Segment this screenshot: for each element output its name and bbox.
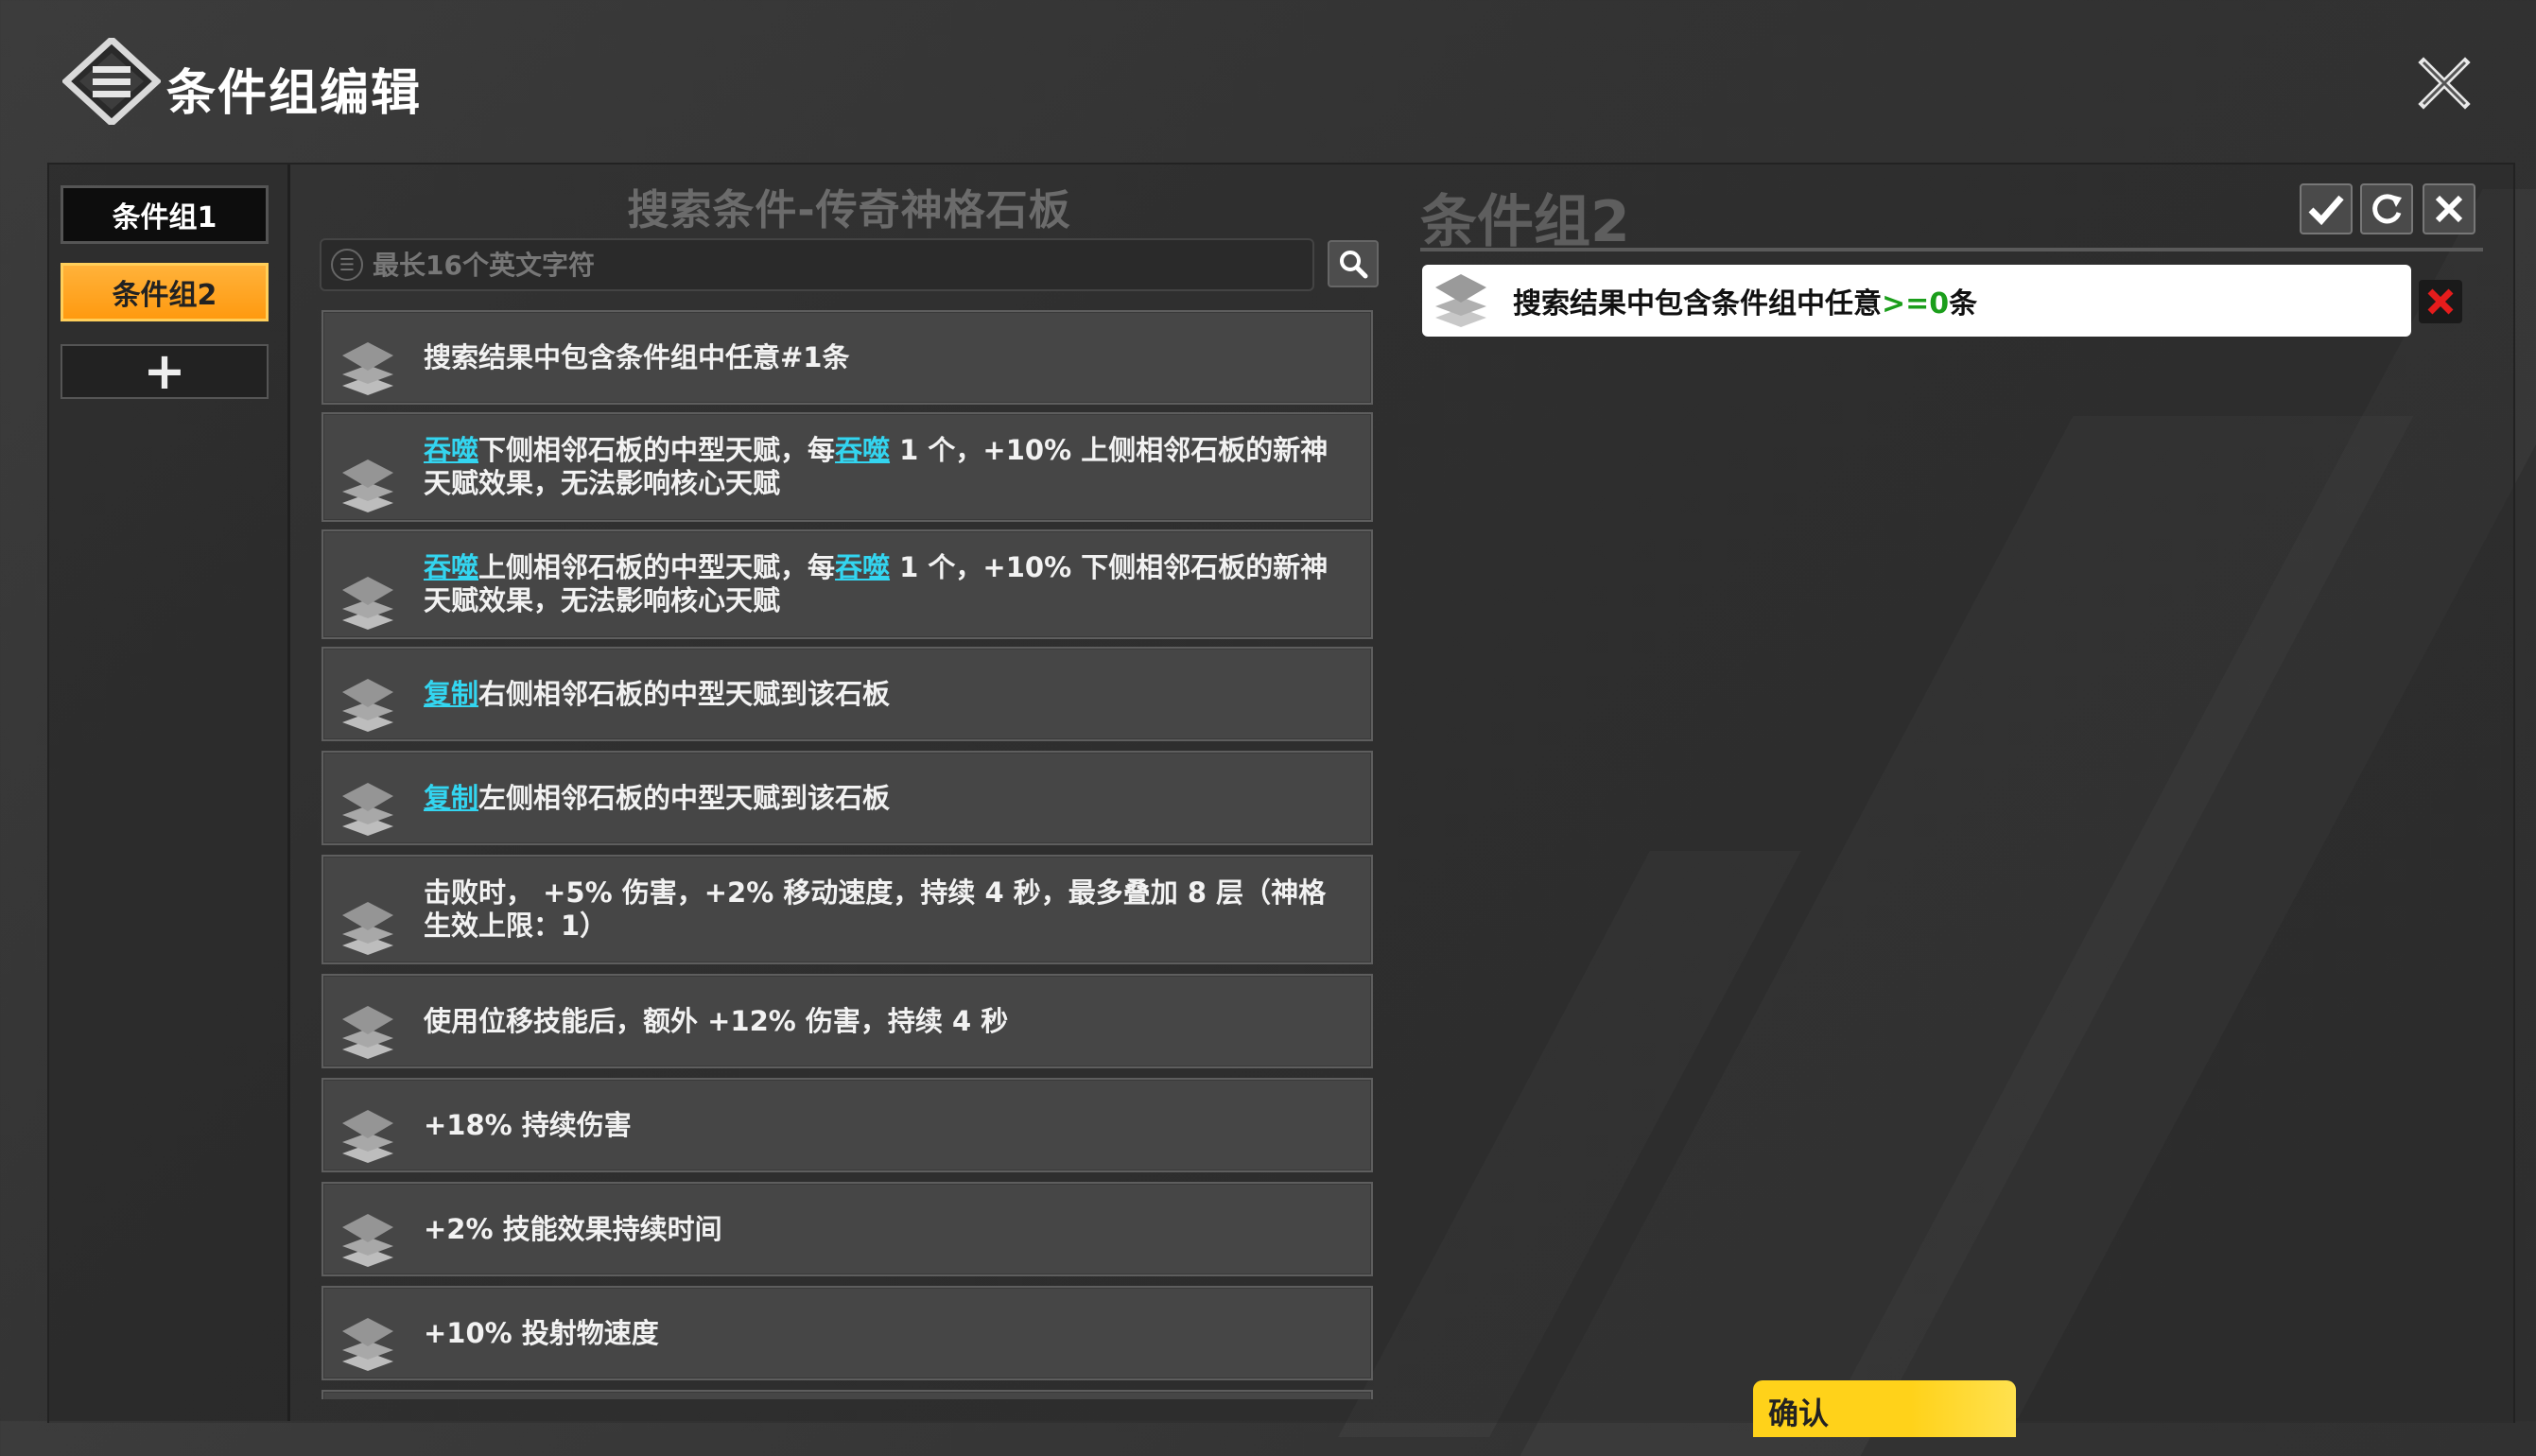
result-text: 复制左侧相邻石板的中型天赋到该石板 <box>424 781 891 814</box>
search-icon <box>1340 251 1368 279</box>
result-text: +10% 投射物速度 <box>424 1316 659 1349</box>
result-item[interactable]: 复制右侧相邻石板的中型天赋到该石板 <box>321 647 1373 741</box>
reset-group-button[interactable] <box>2360 183 2413 234</box>
keyword-link[interactable]: 复制 <box>424 782 478 814</box>
search-input[interactable] <box>371 248 1282 282</box>
check-icon <box>2308 195 2344 226</box>
result-item[interactable]: 击败时， +5% 伤害，+2% 移动速度，持续 4 秒，最多叠加 8 层（神格生… <box>321 855 1373 964</box>
group-panel-title: 条件组2 <box>1420 189 1630 255</box>
result-text: 使用位移技能后，额外 +12% 伤害，持续 4 秒 <box>424 1004 1009 1037</box>
refresh-icon <box>2372 194 2402 224</box>
condition-operator: >=0 <box>1882 287 1950 321</box>
confirm-button[interactable]: 确认 <box>1753 1380 2016 1437</box>
stack-icon <box>342 1110 393 1163</box>
result-text: 复制右侧相邻石板的中型天赋到该石板 <box>424 677 891 710</box>
result-text: 吞噬下侧相邻石板的中型天赋，每吞噬 1 个，+10% 上侧相邻石板的新神天赋效果… <box>424 434 1329 499</box>
stack-icon <box>342 783 393 836</box>
group-tab-1[interactable]: 条件组1 <box>61 185 269 244</box>
add-group-button[interactable]: + <box>61 344 269 399</box>
stack-icon <box>342 1214 393 1267</box>
stack-icon <box>342 679 393 732</box>
page-title: 条件组编辑 <box>166 65 423 122</box>
stack-icon <box>342 1318 393 1371</box>
close-icon[interactable] <box>2414 53 2475 113</box>
keyword-link[interactable]: 吞噬 <box>424 551 478 583</box>
search-button[interactable] <box>1328 240 1379 287</box>
group-tab-label: 条件组1 <box>112 201 217 234</box>
keyword-link[interactable]: 吞噬 <box>424 434 478 466</box>
condition-row[interactable]: 搜索结果中包含条件组中任意>=0条 <box>1422 265 2411 337</box>
stack-icon <box>342 577 393 630</box>
plus-icon: + <box>143 341 186 401</box>
stack-icon <box>342 459 393 512</box>
delete-group-button[interactable] <box>2423 183 2475 234</box>
result-item[interactable]: +10% 投射物速度 <box>321 1286 1373 1380</box>
stack-icon <box>342 342 393 395</box>
close-icon <box>2435 195 2463 223</box>
list-icon: ☰ <box>331 249 363 281</box>
result-item[interactable]: 吞噬上侧相邻石板的中型天赋，每吞噬 1 个，+10% 下侧相邻石板的新神天赋效果… <box>321 529 1373 639</box>
stack-icon <box>1435 274 1486 327</box>
search-result-list[interactable]: 搜索结果中包含条件组中任意#1条吞噬下侧相邻石板的中型天赋，每吞噬 1 个，+1… <box>321 306 1377 1399</box>
confirm-group-button[interactable] <box>2300 183 2353 234</box>
result-item[interactable]: +18% 持续伤害 <box>321 1078 1373 1172</box>
result-text: 搜索结果中包含条件组中任意#1条 <box>424 340 850 373</box>
search-title: 搜索条件-传奇神格石板 <box>627 186 1071 234</box>
result-text: 吞噬上侧相邻石板的中型天赋，每吞噬 1 个，+10% 下侧相邻石板的新神天赋效果… <box>424 551 1329 616</box>
result-text: +18% 持续伤害 <box>424 1108 632 1141</box>
group-tab-label: 条件组2 <box>112 279 217 312</box>
group-tab-2[interactable]: 条件组2 <box>61 263 269 321</box>
result-item[interactable]: +2% 技能效果持续时间 <box>321 1182 1373 1276</box>
result-item[interactable]: 复制左侧相邻石板的中型天赋到该石板 <box>321 751 1373 845</box>
result-item[interactable]: 搜索结果中包含条件组中任意#1条 <box>321 310 1373 405</box>
stack-icon <box>342 1006 393 1059</box>
result-text: 击败时， +5% 伤害，+2% 移动速度，持续 4 秒，最多叠加 8 层（神格生… <box>424 876 1327 942</box>
condition-text: 搜索结果中包含条件组中任意>=0条 <box>1513 287 1978 321</box>
result-item[interactable]: 使用位移技能后，额外 +12% 伤害，持续 4 秒 <box>321 974 1373 1068</box>
result-item[interactable] <box>321 1390 1373 1399</box>
search-box[interactable]: ☰ <box>320 238 1314 291</box>
result-text: +2% 技能效果持续时间 <box>424 1212 722 1245</box>
diamond-logo-icon <box>62 38 161 125</box>
keyword-link[interactable]: 复制 <box>424 678 478 710</box>
keyword-link[interactable]: 吞噬 <box>835 551 890 583</box>
result-item[interactable]: 吞噬下侧相邻石板的中型天赋，每吞噬 1 个，+10% 上侧相邻石板的新神天赋效果… <box>321 412 1373 522</box>
divider <box>1420 248 2483 251</box>
stack-icon <box>342 902 393 955</box>
delete-x-icon <box>2427 288 2454 315</box>
keyword-link[interactable]: 吞噬 <box>835 434 890 466</box>
delete-condition-button[interactable] <box>2419 280 2462 323</box>
